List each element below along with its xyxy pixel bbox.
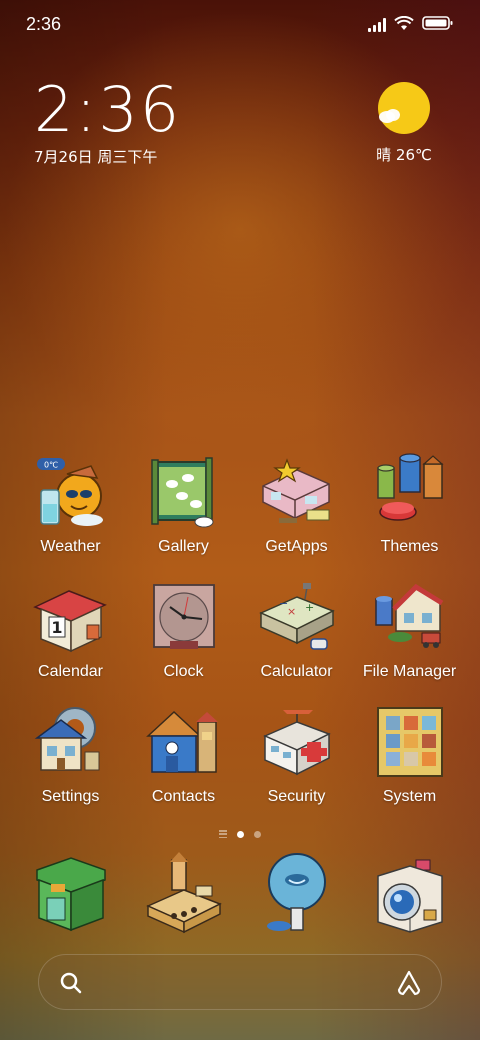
app-label: Clock	[163, 663, 204, 680]
signal-icon	[368, 18, 386, 32]
page-dot	[254, 830, 261, 838]
app-label: Contacts	[151, 788, 216, 805]
file-manager-icon	[370, 577, 450, 657]
dock-messages[interactable]	[127, 850, 240, 958]
messages-icon	[144, 850, 224, 936]
widget-time: 2:36	[34, 73, 182, 146]
weather-icon: 0℃	[31, 452, 111, 532]
page-indicator[interactable]	[0, 830, 480, 838]
calendar-day: 1	[51, 618, 62, 637]
app-calendar[interactable]: 1 Calendar	[14, 577, 127, 685]
app-security[interactable]: Security	[240, 702, 353, 810]
clock-icon	[144, 577, 224, 657]
app-getapps[interactable]: GetApps	[240, 452, 353, 560]
app-label: System	[382, 788, 437, 805]
app-contacts[interactable]: Contacts	[127, 702, 240, 810]
app-weather[interactable]: 0℃ Weather	[14, 452, 127, 560]
app-clock[interactable]: Clock	[127, 577, 240, 685]
clock-widget[interactable]: 2:36 7月26日 周三下午	[34, 78, 254, 167]
dock	[14, 850, 466, 958]
page-dot-active	[237, 830, 244, 838]
battery-icon	[422, 15, 454, 35]
system-folder-icon	[370, 702, 450, 782]
camera-icon	[370, 850, 450, 936]
app-label: Weather	[40, 538, 101, 555]
app-label: Gallery	[158, 538, 209, 555]
dock-phone[interactable]	[14, 850, 127, 958]
app-file-manager[interactable]: File Manager	[353, 577, 466, 685]
status-icons	[368, 15, 454, 35]
gallery-icon	[144, 452, 224, 532]
app-system-folder[interactable]: System	[353, 702, 466, 810]
widget-date: 7月26日 周三下午	[34, 148, 158, 166]
calendar-icon: 1	[31, 577, 111, 657]
app-settings[interactable]: Settings	[14, 702, 127, 810]
weather-badge: 0℃	[43, 461, 57, 470]
calculator-icon: × + −	[257, 577, 337, 657]
status-time: 2:36	[26, 14, 62, 34]
app-gallery[interactable]: Gallery	[127, 452, 240, 560]
status-bar: 2:36	[0, 0, 480, 50]
sunny-icon	[378, 82, 430, 134]
app-label: Calculator	[260, 663, 333, 680]
home-menu-icon	[219, 830, 227, 838]
app-label: Themes	[380, 538, 439, 555]
app-label: Security	[267, 788, 326, 805]
assistant-icon[interactable]	[395, 969, 423, 1001]
settings-icon	[31, 702, 111, 782]
app-label: Calendar	[38, 663, 103, 680]
themes-icon	[370, 452, 450, 532]
phone-icon	[31, 850, 111, 936]
app-label: GetApps	[265, 538, 328, 555]
search-icon[interactable]	[59, 971, 83, 999]
svg-text:−: −	[279, 597, 288, 610]
app-grid: 0℃ Weather Gallery GetApps Themes 1 Cale…	[14, 452, 466, 810]
weather-widget[interactable]: 晴 26℃	[364, 82, 444, 165]
app-label: File Manager	[362, 663, 457, 680]
dock-browser[interactable]	[240, 850, 353, 958]
svg-text:+: +	[305, 601, 314, 614]
weather-text: 晴 26℃	[376, 146, 432, 164]
browser-icon	[257, 850, 337, 936]
app-calculator[interactable]: × + − Calculator	[240, 577, 353, 685]
svg-text:×: ×	[287, 605, 296, 618]
dock-camera[interactable]	[353, 850, 466, 958]
search-bar[interactable]	[38, 954, 442, 1010]
wifi-icon	[394, 15, 414, 35]
security-icon	[257, 702, 337, 782]
app-label: Settings	[41, 788, 100, 805]
app-themes[interactable]: Themes	[353, 452, 466, 560]
contacts-icon	[144, 702, 224, 782]
getapps-icon	[257, 452, 337, 532]
